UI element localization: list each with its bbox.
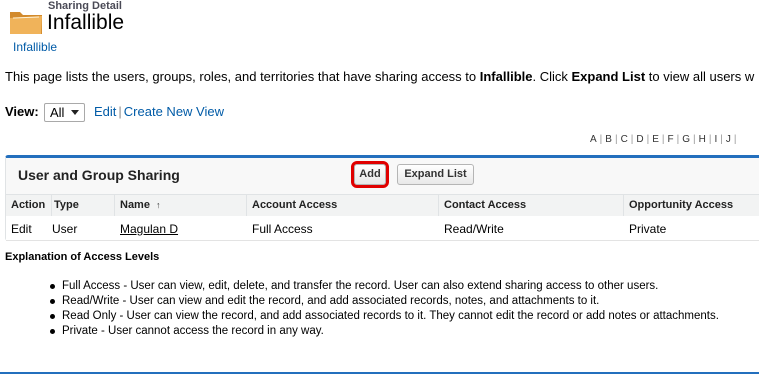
column-header-action: Action [11, 199, 46, 211]
alpha-filter-letter[interactable]: B [602, 134, 615, 145]
column-header-contact-access[interactable]: Contact Access [444, 199, 526, 211]
column-header-type[interactable]: Type [54, 199, 79, 211]
sort-ascending-icon: ↑ [155, 200, 161, 210]
list-item: Private - User cannot access the record … [50, 324, 719, 339]
row-edit-link[interactable]: Edit [11, 222, 32, 236]
access-levels-list: Full Access - User can view, edit, delet… [50, 279, 719, 339]
alpha-filter-bar: A | B | C | D | E | F | G | H | I | J | [587, 134, 736, 145]
list-item: Read/Write - User can view and edit the … [50, 294, 719, 309]
folder-icon [10, 12, 42, 34]
create-new-view-link[interactable]: Create New View [124, 104, 224, 119]
row-account-access: Full Access [252, 222, 313, 236]
footer-divider [0, 372, 759, 374]
dropdown-arrow-icon [71, 110, 79, 115]
list-item: Read Only - User can view the record, an… [50, 309, 719, 324]
view-select[interactable]: All [44, 103, 85, 122]
table-header-row: Action Type Name ↑ Account Access Contact… [6, 194, 759, 217]
column-header-name-label: Name [120, 199, 150, 211]
alpha-filter-letter[interactable]: H [696, 134, 709, 145]
alpha-filter-letter[interactable]: J [723, 134, 734, 145]
alpha-filter-letter[interactable]: F [665, 134, 677, 145]
page-title: Infallible [47, 11, 125, 34]
description-prefix: This page lists the users, groups, roles… [5, 69, 480, 84]
alpha-filter-letter[interactable]: A [587, 134, 600, 145]
expand-list-button[interactable]: Expand List [397, 164, 474, 185]
view-label: View: [5, 104, 39, 119]
description-suffix: to view all users w [645, 69, 755, 84]
page-description: This page lists the users, groups, roles… [5, 69, 754, 84]
alpha-filter-letter[interactable]: E [649, 134, 662, 145]
description-middle: . Click [532, 69, 572, 84]
alpha-filter-letter[interactable]: C [618, 134, 631, 145]
column-header-opportunity-access[interactable]: Opportunity Access [629, 199, 733, 211]
description-expand-word: Expand List [571, 69, 646, 84]
add-button[interactable]: Add [351, 161, 389, 188]
row-name-link[interactable]: Magulan D [120, 222, 178, 236]
edit-view-link[interactable]: Edit [94, 104, 116, 119]
table-row: Edit User Magulan D Full Access Read/Wri… [6, 216, 759, 241]
view-links-separator: | [118, 104, 122, 119]
row-contact-access: Read/Write [444, 222, 504, 236]
list-item: Full Access - User can view, edit, delet… [50, 279, 719, 294]
column-header-name[interactable]: Name ↑ [120, 199, 160, 211]
alpha-filter-letter[interactable]: I [711, 134, 720, 145]
breadcrumb-record-link[interactable]: Infallible [13, 40, 57, 54]
panel-title: User and Group Sharing [18, 167, 180, 183]
view-links: Edit | Create New View [94, 104, 224, 119]
description-record-name: Infallible [479, 69, 533, 84]
alpha-filter-letter[interactable]: G [679, 134, 693, 145]
row-type: User [52, 222, 78, 236]
explanation-title: Explanation of Access Levels [5, 251, 160, 263]
row-opportunity-access: Private [629, 222, 667, 236]
column-header-account-access[interactable]: Account Access [252, 199, 337, 211]
view-select-value: All [50, 105, 65, 120]
alpha-filter-letter[interactable]: D [633, 134, 646, 145]
